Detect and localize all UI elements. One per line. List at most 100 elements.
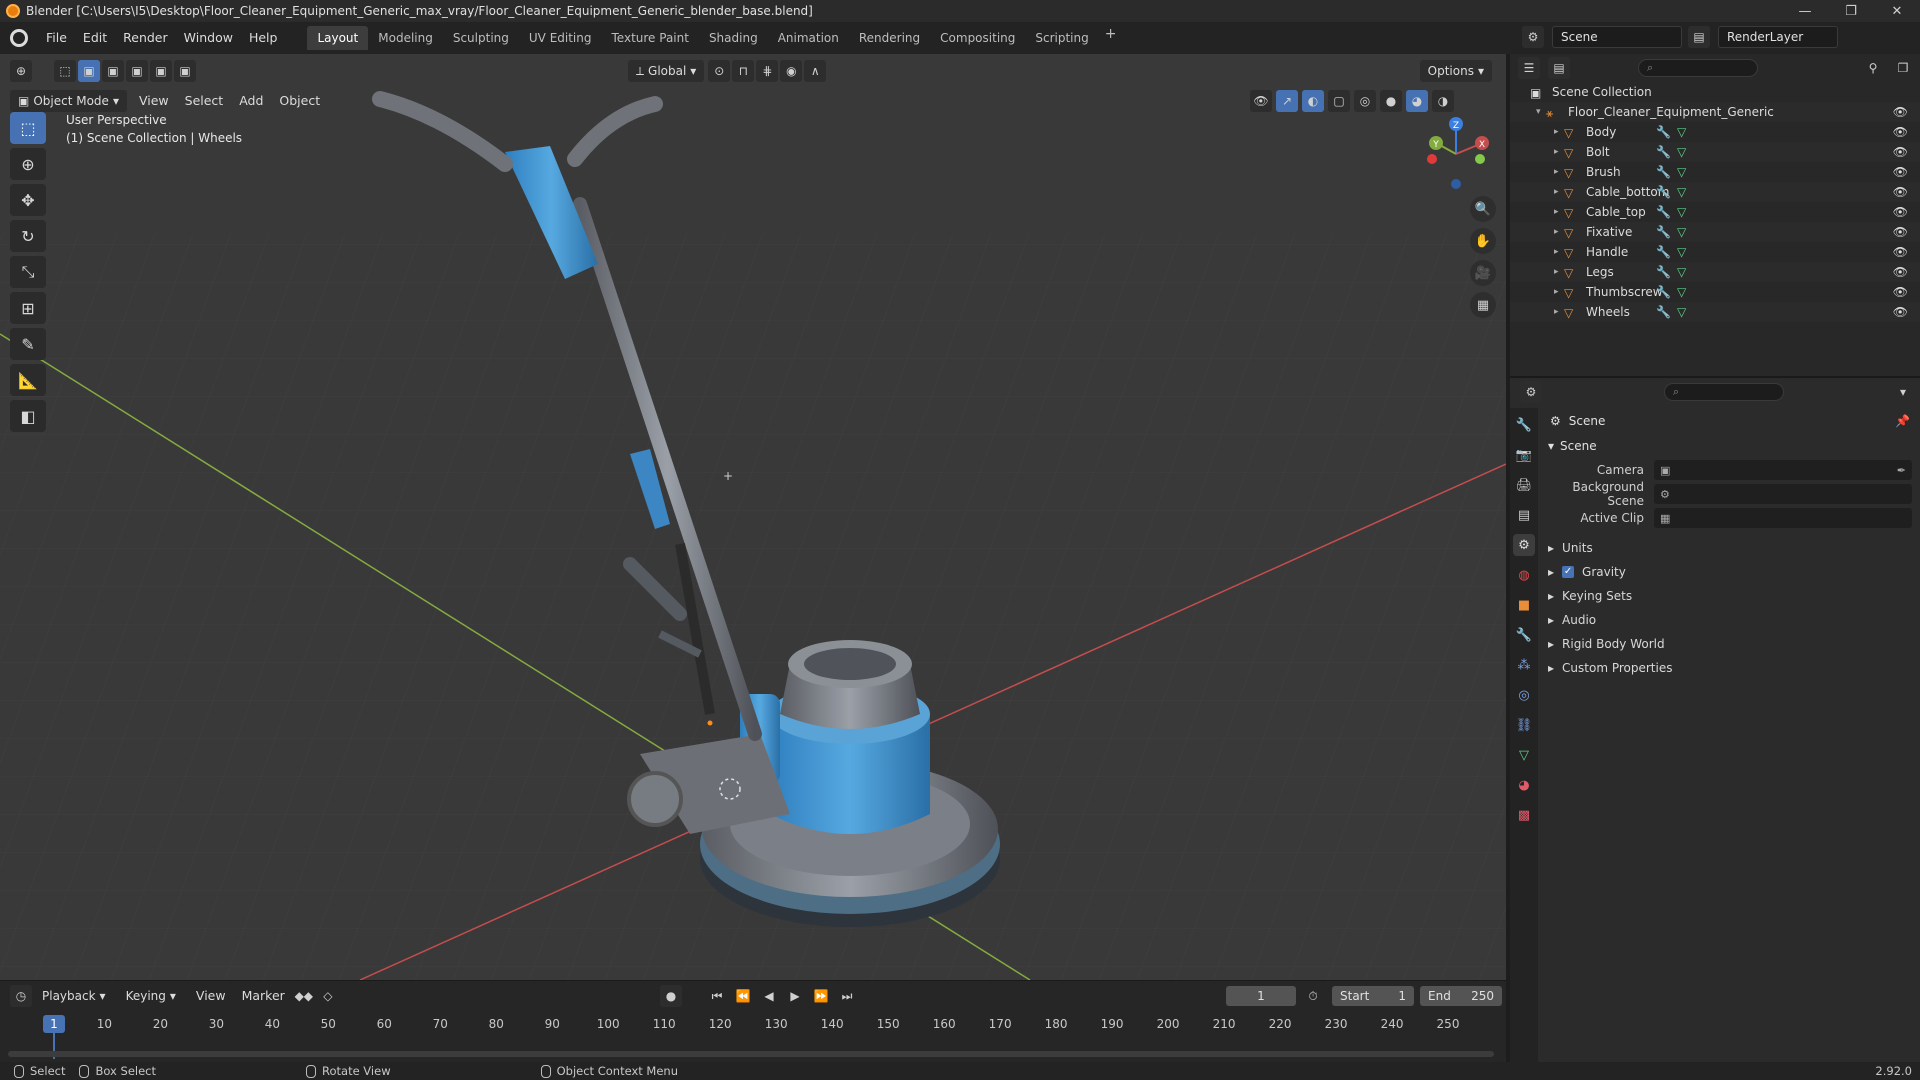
prev-keyframe-icon[interactable]: ⏪ [732,985,754,1007]
pin-icon[interactable]: 📌 [1895,414,1910,428]
eye-icon[interactable]: 👁 [1893,205,1908,219]
tab-texture-paint[interactable]: Texture Paint [602,26,699,50]
eyedropper-icon[interactable]: ✒ [1897,464,1906,477]
properties-search-input[interactable]: ⌕ [1664,383,1784,401]
navigation-gizmo[interactable]: Z X Y [1416,114,1496,194]
outliner-object-row[interactable]: ▸ ▽ Cable_top 🔧 ▽ 👁 [1510,202,1920,222]
minimize-button[interactable]: — [1782,0,1828,22]
tab-sculpting[interactable]: Sculpting [443,26,519,50]
transform-orientation-dropdown[interactable]: ⟂ Global ▾ [628,60,705,82]
data-tab-icon[interactable]: ▽ [1513,744,1535,766]
expand-arrow-icon[interactable]: ▸ [1554,207,1564,217]
blender-menu-icon[interactable] [10,29,28,47]
proportional-edit-icon[interactable]: ◉ [780,60,803,82]
chevron-down-icon[interactable]: ▾ [1892,381,1914,403]
outliner-object-row[interactable]: ▸ ▽ Fixative 🔧 ▽ 👁 [1510,222,1920,242]
timeline-scrollbar[interactable] [8,1051,1494,1057]
rendered-shading-icon[interactable]: ◑ [1432,90,1454,112]
select-mode-subtract-icon[interactable]: ▣ [126,60,148,82]
playback-menu[interactable]: Playback ▾ [34,985,114,1007]
tool-tab-icon[interactable]: 🔧 [1513,414,1535,436]
pivot-point-icon[interactable]: ⊙ [708,60,731,82]
editor-type-icon[interactable]: ⊕ [10,60,32,82]
solid-shading-icon[interactable]: ● [1380,90,1402,112]
outliner-object-row[interactable]: ▸ ▽ Thumbscrew 🔧 ▽ 👁 [1510,282,1920,302]
modifier-icon[interactable]: 🔧 [1656,245,1671,259]
keying-menu[interactable]: Keying ▾ [118,985,184,1007]
mesh-data-icon[interactable]: ▽ [1677,145,1686,159]
eye-icon[interactable]: 👁 [1893,285,1908,299]
scene-panel-header[interactable]: ▾ Scene [1542,434,1920,458]
collapse-arrow-icon[interactable]: ▾ [1536,107,1546,117]
object-tab-icon[interactable]: ■ [1513,594,1535,616]
menu-window[interactable]: Window [176,22,241,54]
snap-icon[interactable]: ⊓ [732,60,755,82]
jump-end-icon[interactable]: ⏭ [836,985,858,1007]
output-tab-icon[interactable]: 🖨 [1513,474,1535,496]
expand-arrow-icon[interactable]: ▸ [1554,287,1564,297]
material-shading-icon[interactable]: ◕ [1406,90,1428,112]
outliner-object-row[interactable]: ▸ ▽ Wheels 🔧 ▽ 👁 [1510,302,1920,322]
visibility-icon[interactable]: 👁 [1250,90,1272,112]
mesh-data-icon[interactable]: ▽ [1677,265,1686,279]
select-mode-extend-icon[interactable]: ▣ [102,60,124,82]
timeline-ruler[interactable]: 1 10 20 30 40 50 60 70 80 90 100 110 120 130 140 150 160… [0,1015,1506,1059]
eye-icon[interactable]: 👁 [1893,225,1908,239]
tab-shading[interactable]: Shading [699,26,768,50]
select-mode-invert-icon[interactable]: ▣ [150,60,172,82]
new-collection-icon[interactable]: ❐ [1892,57,1914,79]
mesh-data-icon[interactable]: ▽ [1677,305,1686,319]
eye-icon[interactable]: 👁 [1893,185,1908,199]
scene-field[interactable]: Scene [1552,26,1682,48]
neg-y-axis-icon[interactable] [1475,154,1485,164]
menu-edit[interactable]: Edit [75,22,115,54]
scene-tab-icon[interactable]: ⚙ [1513,534,1535,556]
move-tool-icon[interactable]: ✥ [10,184,46,216]
select-mode-intersect-icon[interactable]: ▣ [174,60,196,82]
current-frame-field[interactable]: 1 [1226,986,1296,1006]
audio-panel[interactable]: ▸ Audio [1542,608,1920,632]
pan-hand-icon[interactable]: ✋ [1470,228,1496,254]
jump-start-icon[interactable]: ⏮ [706,985,728,1007]
modifier-icon[interactable]: 🔧 [1656,165,1671,179]
tab-uv-editing[interactable]: UV Editing [519,26,602,50]
select-mode-new-icon[interactable]: ▣ [78,60,100,82]
keying-sets-panel[interactable]: ▸ Keying Sets [1542,584,1920,608]
expand-arrow-icon[interactable]: ▸ [1554,227,1564,237]
expand-arrow-icon[interactable]: ▸ [1554,267,1564,277]
camera-field[interactable]: ▣ ✒ [1654,460,1912,480]
outliner-object-row[interactable]: ▸ ▽ Body 🔧 ▽ 👁 [1510,122,1920,142]
expand-arrow-icon[interactable]: ▸ [1554,167,1564,177]
render-tab-icon[interactable]: 📷 [1513,444,1535,466]
view-layer-tab-icon[interactable]: ▤ [1513,504,1535,526]
snap-target-icon[interactable]: ⋕ [756,60,779,82]
eye-icon[interactable]: 👁 [1893,105,1908,119]
gravity-checkbox[interactable]: ✓ [1562,566,1575,578]
material-tab-icon[interactable]: ◕ [1513,774,1535,796]
camera-view-icon[interactable]: 🎥 [1470,260,1496,286]
units-panel[interactable]: ▸ Units [1542,536,1920,560]
scene-icon[interactable]: ⚙ [1522,26,1544,48]
cursor-tool-icon[interactable]: ⊕ [10,148,46,180]
menu-help[interactable]: Help [241,22,286,54]
next-keyframe-icon[interactable]: ⏩ [810,985,832,1007]
maximize-button[interactable]: ❐ [1828,0,1874,22]
expand-arrow-icon[interactable]: ▸ [1554,147,1564,157]
modifier-icon[interactable]: 🔧 [1656,265,1671,279]
filter-icon[interactable]: ⚲ [1862,57,1884,79]
modifier-icon[interactable]: 🔧 [1656,145,1671,159]
outliner-editor-type-icon[interactable]: ☰ [1518,57,1540,79]
play-icon[interactable]: ▶ [784,985,806,1007]
outliner-collection-row[interactable]: ▾ ⚹ Floor_Cleaner_Equipment_Generic 👁 [1510,102,1920,122]
play-reverse-icon[interactable]: ◀ [758,985,780,1007]
keyframe-insert-icon[interactable]: ◇ [317,985,339,1007]
outliner-search-input[interactable]: ⌕ [1638,59,1758,77]
particles-tab-icon[interactable]: ⁂ [1513,654,1535,676]
timeline-menu-view[interactable]: View [188,981,234,1011]
viewport-canvas[interactable]: + [0,54,1506,980]
expand-arrow-icon[interactable]: ▸ [1554,247,1564,257]
tab-compositing[interactable]: Compositing [930,26,1025,50]
neg-x-axis-icon[interactable] [1427,154,1437,164]
constraints-tab-icon[interactable]: ⛓ [1513,714,1535,736]
wireframe-shading-icon[interactable]: ◎ [1354,90,1376,112]
